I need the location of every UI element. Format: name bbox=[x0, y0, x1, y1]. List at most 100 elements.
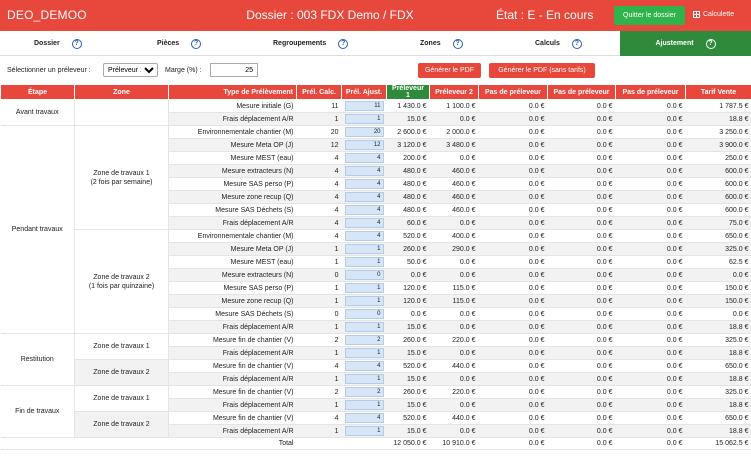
help-icon[interactable]: ? bbox=[571, 38, 582, 49]
prel-calc-cell: 1 bbox=[296, 242, 342, 256]
help-icon[interactable]: ? bbox=[452, 38, 463, 49]
tab-ajustement[interactable]: Ajustement ? bbox=[620, 31, 751, 56]
preleveur-select[interactable]: Préleveur 1 bbox=[103, 63, 158, 77]
tab-regroupements[interactable]: Regroupements ? bbox=[273, 31, 349, 56]
marge-input[interactable] bbox=[210, 63, 258, 77]
pas-preleveur-cell: 0.0 € bbox=[478, 359, 548, 373]
table-row: Zone de travaux 2 Mesure fin de chantier … bbox=[1, 411, 751, 438]
type-cell: Mesure SAS perso (P) bbox=[168, 177, 297, 191]
tarif-vente-cell: 18.8 € bbox=[685, 112, 751, 126]
pas-preleveur-cell: 0.0 € bbox=[478, 151, 548, 165]
col-type[interactable]: Type de Prélèvement bbox=[168, 84, 297, 100]
prel-ajust-input[interactable]: 1 bbox=[344, 400, 384, 410]
help-icon[interactable]: ? bbox=[71, 38, 82, 49]
preleveur-1-cell: 15.0 € bbox=[386, 346, 430, 360]
preleveur-2-cell: 1 100.0 € bbox=[429, 99, 479, 113]
prel-ajust-cell: 11 bbox=[341, 99, 387, 113]
preleveur-1-cell: 15.0 € bbox=[386, 112, 430, 126]
col-zone[interactable]: Zone bbox=[74, 84, 169, 100]
prel-ajust-input[interactable]: 4 bbox=[344, 231, 384, 241]
prel-ajust-input[interactable]: 4 bbox=[344, 166, 384, 176]
prel-ajust-input[interactable]: 1 bbox=[344, 114, 384, 124]
col-etape[interactable]: Étape bbox=[0, 84, 75, 100]
prel-ajust-input[interactable]: 4 bbox=[344, 179, 384, 189]
col-pas-preleveur-1[interactable]: Pas de préleveur bbox=[478, 84, 548, 100]
col-preleveur-1[interactable]: Préleveur 1 bbox=[386, 84, 430, 100]
pas-preleveur-cell: 0.0 € bbox=[547, 294, 616, 308]
tarif-vente-cell: 250.0 € bbox=[685, 151, 751, 165]
prel-ajust-input[interactable]: 1 bbox=[344, 257, 384, 267]
prel-ajust-input[interactable]: 1 bbox=[344, 374, 384, 384]
tarif-vente-cell: 600.0 € bbox=[685, 190, 751, 204]
prel-ajust-input[interactable]: 4 bbox=[344, 218, 384, 228]
pas-preleveur-cell: 0.0 € bbox=[478, 255, 548, 269]
calculator-label: Calculette bbox=[703, 11, 735, 18]
pas-preleveur-cell: 0.0 € bbox=[478, 164, 548, 178]
quit-dossier-button[interactable]: Quitter le dossier bbox=[614, 6, 685, 25]
prel-ajust-input[interactable]: 4 bbox=[344, 205, 384, 215]
tab-pieces[interactable]: Pièces ? bbox=[157, 31, 202, 56]
prel-ajust-cell: 0 bbox=[341, 268, 387, 282]
preleveur-1-cell: 1 430.0 € bbox=[386, 99, 430, 113]
tarif-vente-cell: 600.0 € bbox=[685, 177, 751, 191]
prel-ajust-input[interactable]: 1 bbox=[344, 348, 384, 358]
pas-preleveur-cell: 0.0 € bbox=[615, 268, 686, 282]
prel-ajust-cell: 12 bbox=[341, 138, 387, 152]
prel-ajust-input[interactable]: 12 bbox=[344, 140, 384, 150]
col-preleveur-2[interactable]: Préleveur 2 bbox=[429, 84, 479, 100]
help-icon[interactable]: ? bbox=[338, 38, 349, 49]
pas-preleveur-cell: 0.0 € bbox=[478, 281, 548, 295]
prel-ajust-input[interactable]: 1 bbox=[344, 296, 384, 306]
col-prel-calc[interactable]: Prél. Calc. bbox=[296, 84, 342, 100]
prel-calc-cell: 4 bbox=[296, 229, 342, 243]
prel-ajust-input[interactable]: 4 bbox=[344, 192, 384, 202]
prel-ajust-input[interactable]: 2 bbox=[344, 335, 384, 345]
type-cell: Mesure extracteurs (N) bbox=[168, 164, 297, 178]
generate-pdf-button[interactable]: Générer le PDF bbox=[418, 63, 481, 78]
prel-ajust-input[interactable]: 4 bbox=[344, 153, 384, 163]
prel-ajust-input[interactable]: 0 bbox=[344, 309, 384, 319]
tarif-vente-cell: 18.8 € bbox=[685, 346, 751, 360]
pas-preleveur-cell: 0.0 € bbox=[615, 190, 686, 204]
table-row: Restitution Zone de travaux 1 Mesure fin d… bbox=[0, 333, 751, 386]
preleveur-2-cell: 0.0 € bbox=[429, 346, 479, 360]
col-tarif-vente[interactable]: Tarif Vente bbox=[685, 84, 751, 100]
prel-ajust-input[interactable]: 1 bbox=[344, 244, 384, 254]
col-prel-ajust[interactable]: Prél. Ajust. bbox=[341, 84, 387, 100]
zone-cell: Zone de travaux 2 bbox=[74, 411, 169, 438]
help-icon[interactable]: ? bbox=[705, 38, 716, 49]
prel-ajust-input[interactable]: 4 bbox=[344, 361, 384, 371]
tarif-vente-cell: 325.0 € bbox=[685, 385, 751, 399]
generate-pdf-sans-tarifs-button[interactable]: Générer le PDF (sans tarifs) bbox=[489, 63, 595, 78]
calculator-button[interactable]: Calculette bbox=[693, 11, 734, 18]
pas-preleveur-cell: 0.0 € bbox=[478, 372, 548, 386]
prel-ajust-input[interactable]: 20 bbox=[344, 127, 384, 137]
preleveur-1-cell: 15.0 € bbox=[386, 424, 430, 438]
prel-ajust-input[interactable]: 1 bbox=[344, 322, 384, 332]
tarif-vente-cell: 325.0 € bbox=[685, 333, 751, 347]
prel-ajust-input[interactable]: 2 bbox=[344, 387, 384, 397]
tab-dossier[interactable]: Dossier ? bbox=[34, 31, 82, 56]
pas-preleveur-cell: 0.0 € bbox=[547, 99, 616, 113]
col-pas-preleveur-3[interactable]: Pas de préleveur bbox=[615, 84, 686, 100]
prel-ajust-input[interactable]: 4 bbox=[344, 413, 384, 423]
pas-preleveur-cell: 0.0 € bbox=[478, 125, 548, 139]
tab-bar: Dossier ? Pièces ? Regroupements ? Zones… bbox=[0, 31, 751, 56]
prel-ajust-input[interactable]: 0 bbox=[344, 270, 384, 280]
prel-ajust-input[interactable]: 1 bbox=[344, 426, 384, 436]
prel-ajust-cell: 1 bbox=[341, 294, 387, 308]
tab-zones[interactable]: Zones ? bbox=[420, 31, 463, 56]
col-pas-preleveur-2[interactable]: Pas de préleveur bbox=[547, 84, 616, 100]
etape-cell: Restitution bbox=[0, 333, 75, 386]
preleveur-1-cell: 15.0 € bbox=[386, 372, 430, 386]
pas-preleveur-cell: 0.0 € bbox=[478, 99, 548, 113]
type-cell: Mesure Meta OP (J) bbox=[168, 138, 297, 152]
help-icon[interactable]: ? bbox=[191, 38, 202, 49]
prel-ajust-input[interactable]: 11 bbox=[344, 101, 384, 111]
tab-calculs[interactable]: Calculs ? bbox=[535, 31, 582, 56]
pas-preleveur-cell: 0.0 € bbox=[478, 138, 548, 152]
pas-preleveur-cell: 0.0 € bbox=[547, 268, 616, 282]
prel-ajust-input[interactable]: 1 bbox=[344, 283, 384, 293]
pas-preleveur-cell: 0.0 € bbox=[478, 398, 548, 412]
prel-ajust-cell: 4 bbox=[341, 229, 387, 243]
